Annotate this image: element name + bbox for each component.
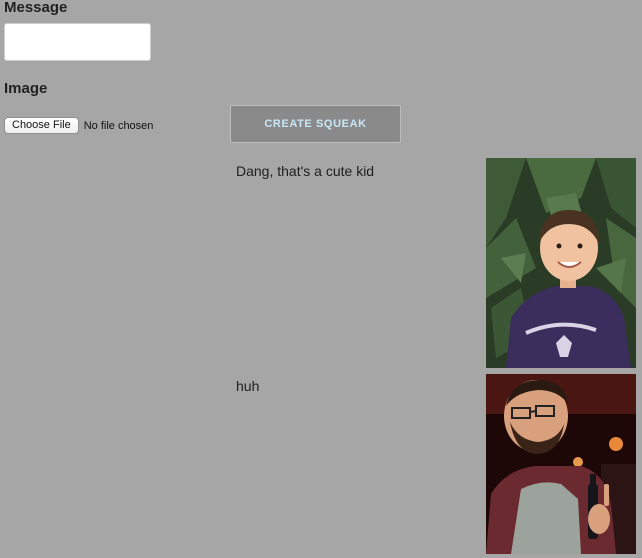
message-label: Message	[4, 0, 68, 16]
file-status-text: No file chosen	[83, 119, 154, 132]
choose-file-button[interactable]: Choose File	[4, 117, 79, 134]
message-input[interactable]	[4, 23, 151, 61]
squeak-message: huh	[236, 378, 260, 394]
squeak-image	[486, 158, 636, 368]
squeak-message: Dang, that's a cute kid	[236, 163, 375, 179]
file-input[interactable]: Choose File No file chosen	[4, 117, 153, 134]
squeak-image	[486, 374, 636, 554]
image-label: Image	[4, 80, 48, 97]
create-squeak-button[interactable]: CREATE SQUEAK	[230, 105, 401, 143]
man-photo-illustration	[486, 374, 636, 554]
boy-photo-illustration	[486, 158, 636, 368]
